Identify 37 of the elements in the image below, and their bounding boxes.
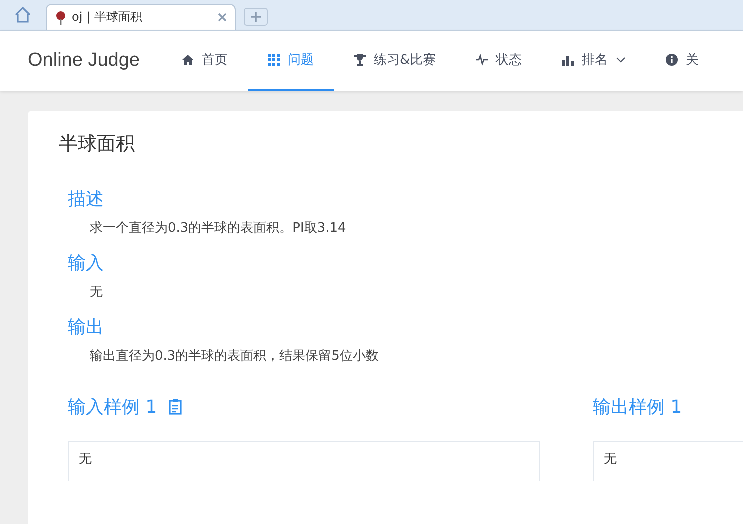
grid-icon (268, 54, 280, 66)
section-text: 求一个直径为0.3的半球的表面积。PI取3.14 (90, 220, 348, 237)
bar-chart-icon (562, 54, 574, 66)
nav-label: 练习&比赛 (374, 52, 436, 69)
nav-label: 问题 (288, 52, 314, 69)
section-heading: 输入 (68, 252, 104, 275)
browser-tab[interactable]: oj | 半球面积 (46, 4, 236, 30)
sample-heading: 输出样例 1 (593, 396, 682, 419)
nav-item[interactable]: 状态 (456, 31, 542, 91)
trophy-icon (354, 54, 366, 66)
problem-title: 半球面积 (59, 132, 136, 157)
site-logo[interactable]: Online Judge (0, 31, 162, 91)
pulse-icon (476, 54, 488, 66)
nav-item[interactable]: 首页 (162, 31, 248, 91)
nav-label: 状态 (496, 52, 522, 69)
info-icon (666, 54, 678, 66)
new-tab-button[interactable] (244, 8, 268, 26)
nav-item[interactable]: 排名 (542, 31, 646, 91)
home-icon[interactable] (14, 6, 32, 24)
section-text: 无 (90, 284, 104, 301)
nav-label: 排名 (582, 52, 608, 69)
section-text: 输出直径为0.3的半球的表面积，结果保留5位小数 (90, 348, 380, 365)
close-icon[interactable] (218, 13, 227, 22)
sample-heading: 输入样例 1 (68, 396, 158, 419)
favicon-icon (55, 10, 67, 24)
sample-box: 无 (68, 441, 540, 481)
section-heading: 描述 (68, 188, 104, 211)
plus-icon (251, 12, 261, 22)
sample-box: 无 (593, 441, 743, 481)
section-heading: 输出 (68, 316, 104, 339)
tab-title: oj | 半球面积 (72, 9, 144, 26)
nav-item[interactable]: 关 (646, 31, 720, 91)
nav-label: 首页 (202, 52, 228, 69)
nav-item[interactable]: 练习&比赛 (334, 31, 456, 91)
clipboard-icon[interactable] (169, 399, 182, 415)
nav-label: 关 (686, 52, 700, 69)
home-icon (182, 54, 194, 66)
